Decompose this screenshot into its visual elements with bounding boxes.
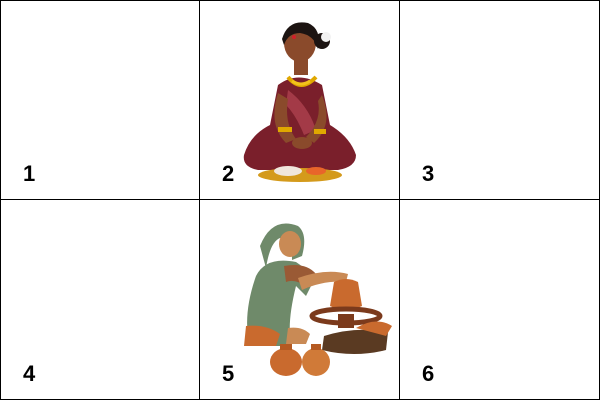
grid-cell-4[interactable]: 4 [0, 200, 200, 400]
grid-cell-3[interactable]: 3 [400, 0, 600, 200]
cell-number: 6 [422, 361, 435, 386]
picture-grid: 1 2 3 4 5 6 [0, 0, 600, 400]
grid-cell-1[interactable]: 1 [0, 0, 200, 200]
cell-number: 4 [23, 361, 36, 386]
grid-cell-5[interactable]: 5 [200, 200, 400, 400]
seated-woman-illustration [238, 15, 362, 185]
grid-cell-6[interactable]: 6 [400, 200, 600, 400]
cell-number: 5 [222, 361, 235, 386]
grid-cell-2[interactable]: 2 [200, 0, 400, 200]
cell-number: 1 [23, 161, 36, 186]
potter-woman-illustration [236, 216, 396, 381]
cell-number: 3 [422, 161, 435, 186]
cell-number: 2 [222, 161, 235, 186]
